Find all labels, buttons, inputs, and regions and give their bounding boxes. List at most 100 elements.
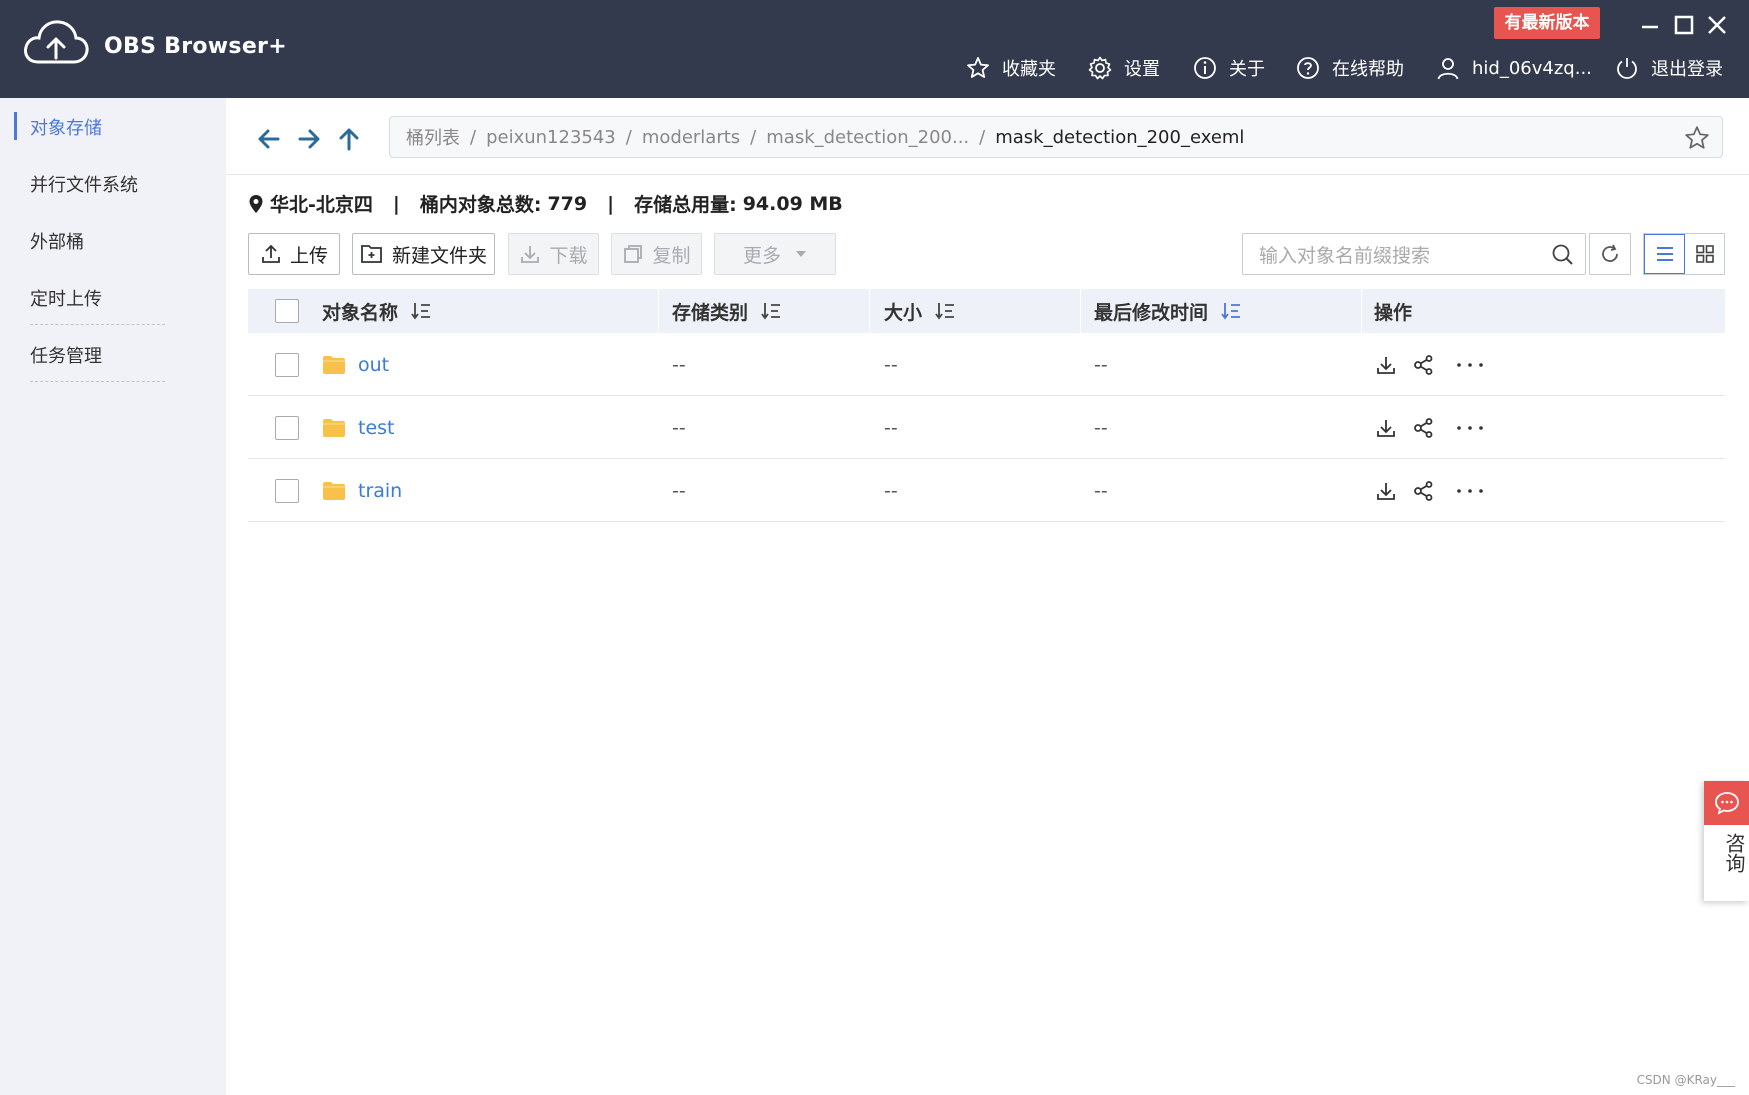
logout-link[interactable]: 退出登录	[1615, 52, 1723, 84]
storage-class-cell: --	[672, 479, 686, 502]
refresh-button[interactable]	[1589, 233, 1631, 275]
sidebar-item-object-storage[interactable]: 对象存储	[30, 114, 102, 140]
download-icon[interactable]	[1375, 480, 1397, 502]
more-actions-icon[interactable]	[1455, 417, 1485, 439]
name-cell: out	[322, 333, 389, 396]
column-header-size[interactable]: 大小	[884, 289, 956, 333]
folder-name-link[interactable]: out	[358, 354, 389, 376]
up-arrow-icon[interactable]	[336, 126, 362, 152]
table-row[interactable]: train -- -- --	[248, 459, 1725, 522]
column-label: 操作	[1374, 301, 1413, 324]
sidebar-item-external-bucket[interactable]: 外部桶	[30, 228, 84, 254]
more-actions-icon[interactable]	[1455, 480, 1485, 502]
settings-label: 设置	[1124, 59, 1160, 80]
folder-name-link[interactable]: test	[358, 417, 395, 439]
search-placeholder: 输入对象名前缀搜索	[1259, 244, 1431, 267]
share-icon[interactable]	[1413, 417, 1435, 439]
table-header: 对象名称 存储类别 大小 最后修改时间 操作	[248, 289, 1725, 333]
sidebar-divider	[30, 381, 165, 382]
storage-value: 94.09 MB	[742, 192, 843, 215]
actions-cell	[1375, 459, 1485, 522]
about-label: 关于	[1229, 59, 1265, 80]
sort-icon[interactable]	[934, 301, 956, 321]
column-header-modified[interactable]: 最后修改时间	[1094, 289, 1242, 333]
grid-view-button[interactable]	[1685, 234, 1724, 274]
table-row[interactable]: out -- -- --	[248, 333, 1725, 396]
search-input[interactable]: 输入对象名前缀搜索	[1242, 233, 1586, 275]
user-menu[interactable]: hid_06v4zq...	[1436, 52, 1592, 84]
download-icon[interactable]	[1375, 417, 1397, 439]
consult-button[interactable]: 咨询	[1704, 781, 1749, 901]
info-separator: |	[392, 192, 400, 215]
search-icon[interactable]	[1551, 243, 1575, 267]
breadcrumb-separator: /	[625, 126, 632, 148]
folder-icon	[323, 418, 345, 437]
about-link[interactable]: 关于	[1193, 52, 1265, 84]
favorites-link[interactable]: 收藏夹	[966, 52, 1056, 84]
column-label: 对象名称	[322, 301, 399, 324]
new-version-badge[interactable]: 有最新版本	[1494, 7, 1600, 39]
row-checkbox[interactable]	[275, 478, 299, 503]
checkbox[interactable]	[275, 299, 299, 323]
sidebar-item-scheduled-upload[interactable]: 定时上传	[30, 285, 102, 311]
new-folder-button[interactable]: 新建文件夹	[352, 233, 495, 275]
bucket-info: 华北-北京四 | 桶内对象总数: 779 | 存储总用量: 94.09 MB	[248, 190, 843, 217]
column-header-name[interactable]: 对象名称	[322, 289, 432, 333]
modified-cell: --	[1094, 353, 1108, 376]
share-icon[interactable]	[1413, 354, 1435, 376]
object-count-label: 桶内对象总数:	[419, 194, 542, 216]
gear-icon	[1088, 56, 1112, 80]
chevron-down-icon	[796, 251, 806, 257]
help-icon	[1297, 57, 1319, 79]
list-view-button[interactable]	[1644, 234, 1685, 274]
modified-cell: --	[1094, 479, 1108, 502]
sort-icon[interactable]	[760, 301, 782, 321]
more-dropdown[interactable]: 更多	[714, 233, 836, 275]
download-button[interactable]: 下载	[508, 233, 599, 275]
column-header-storage-class[interactable]: 存储类别	[672, 289, 782, 333]
close-icon	[1708, 16, 1726, 34]
download-icon	[521, 246, 540, 263]
bookmark-star-icon[interactable]	[1684, 125, 1710, 151]
table-row[interactable]: test -- -- --	[248, 396, 1725, 459]
sidebar-item-parallel-fs[interactable]: 并行文件系统	[30, 171, 138, 197]
sidebar-divider	[30, 324, 165, 325]
help-link[interactable]: 在线帮助	[1296, 52, 1404, 84]
more-actions-icon[interactable]	[1455, 354, 1485, 376]
sort-icon[interactable]	[410, 301, 432, 321]
minimize-button[interactable]	[1636, 12, 1664, 38]
copy-button[interactable]: 复制	[611, 233, 702, 275]
breadcrumb-item[interactable]: mask_detection_200...	[766, 127, 969, 148]
select-all-checkbox[interactable]	[275, 289, 299, 333]
row-checkbox-cell	[275, 396, 299, 459]
size-cell: --	[884, 353, 898, 376]
row-checkbox[interactable]	[275, 415, 299, 440]
breadcrumb-item[interactable]: 桶列表	[406, 124, 460, 150]
share-icon[interactable]	[1413, 480, 1435, 502]
back-arrow-icon[interactable]	[256, 126, 282, 152]
sidebar-item-task-management[interactable]: 任务管理	[30, 342, 102, 368]
maximize-button[interactable]	[1670, 12, 1698, 38]
folder-name-link[interactable]: train	[358, 480, 402, 502]
active-indicator	[14, 112, 17, 140]
breadcrumb-separator: /	[979, 126, 986, 148]
settings-link[interactable]: 设置	[1088, 52, 1160, 84]
column-divider	[1080, 289, 1081, 333]
watermark: CSDN @KRay___	[1636, 1073, 1735, 1087]
title-bar: OBS Browser+ 有最新版本 收藏夹 设置 关于 在线帮助 hid_06…	[0, 0, 1749, 98]
breadcrumb-item[interactable]: peixun123543	[486, 127, 616, 148]
upload-button[interactable]: 上传	[248, 233, 340, 275]
row-checkbox[interactable]	[275, 352, 299, 377]
favorites-label: 收藏夹	[1002, 59, 1056, 80]
app-title: OBS Browser+	[104, 34, 287, 59]
sort-icon[interactable]	[1220, 301, 1242, 321]
download-icon[interactable]	[1375, 354, 1397, 376]
list-view-icon	[1656, 247, 1673, 261]
actions-cell	[1375, 333, 1485, 396]
modified-cell: --	[1094, 416, 1108, 439]
new-folder-icon	[361, 245, 382, 263]
object-count-value: 779	[547, 192, 588, 215]
forward-arrow-icon[interactable]	[296, 126, 322, 152]
close-button[interactable]	[1703, 12, 1731, 38]
breadcrumb-item[interactable]: moderlarts	[642, 127, 740, 148]
